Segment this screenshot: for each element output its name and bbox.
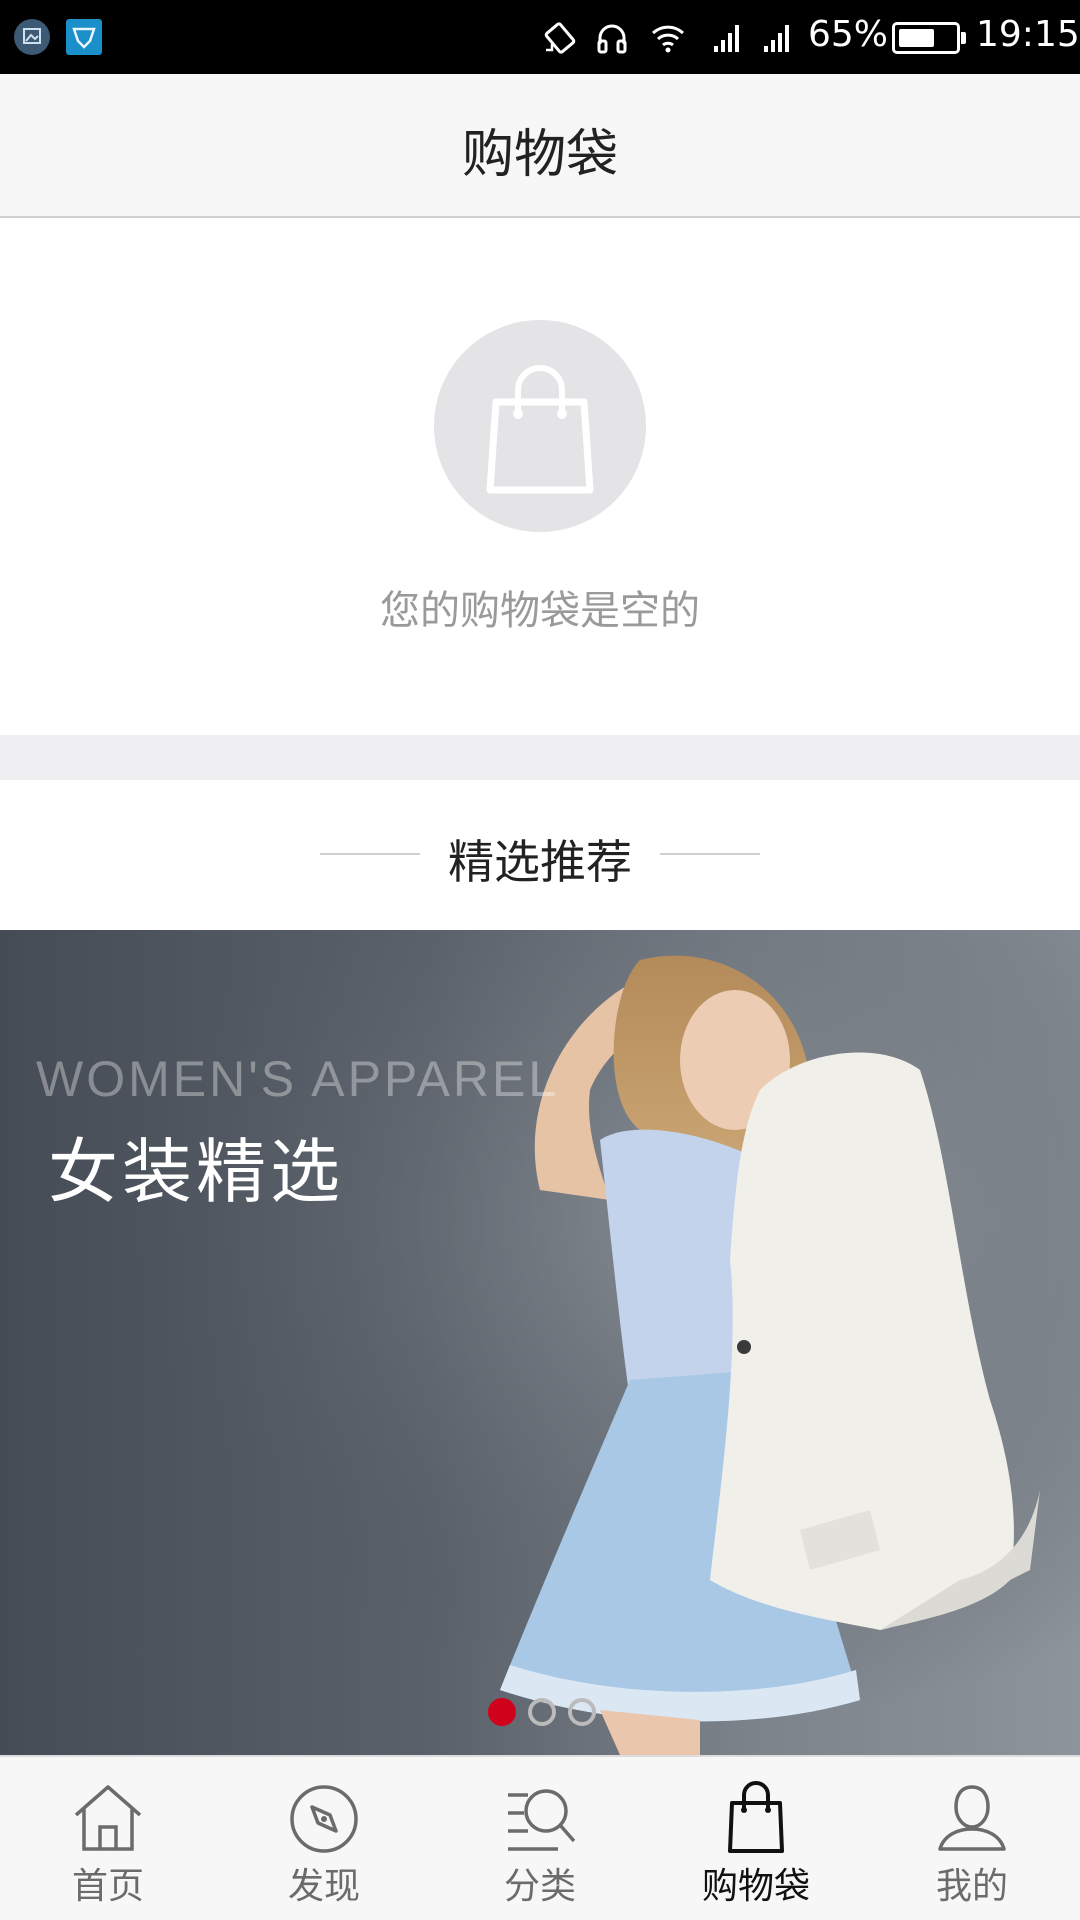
empty-cart-message: 您的购物袋是空的 bbox=[380, 588, 700, 634]
shopping-bag-icon bbox=[728, 1781, 784, 1853]
title-bar: 购物袋 bbox=[0, 74, 1080, 218]
carousel-indicators bbox=[488, 1698, 596, 1726]
nav-label: 首页 bbox=[71, 1866, 144, 1907]
status-bar: 65% 19:15 bbox=[0, 0, 1080, 74]
page-title: 购物袋 bbox=[461, 125, 618, 185]
nav-discover[interactable]: 发现 bbox=[216, 1757, 432, 1920]
gallery-app-icon bbox=[14, 19, 50, 55]
nav-label: 购物袋 bbox=[701, 1866, 810, 1907]
nav-profile[interactable]: 我的 bbox=[864, 1757, 1080, 1920]
bottom-navigation: 首页 发现 分类 购物袋 我的 bbox=[0, 1755, 1080, 1920]
battery-icon bbox=[892, 22, 966, 54]
carousel-dot[interactable] bbox=[488, 1698, 516, 1726]
rotate-icon bbox=[544, 22, 576, 54]
home-icon bbox=[74, 1785, 142, 1851]
nav-shopping-bag[interactable]: 购物袋 bbox=[648, 1757, 864, 1920]
clock: 19:15 bbox=[976, 14, 1080, 55]
shield-app-icon bbox=[66, 19, 102, 55]
compass-icon bbox=[290, 1785, 358, 1853]
nav-label: 分类 bbox=[503, 1866, 576, 1907]
wifi-icon bbox=[651, 25, 685, 53]
heading-line-right bbox=[660, 853, 760, 855]
empty-bag-illustration bbox=[434, 320, 646, 532]
empty-cart-section: 您的购物袋是空的 bbox=[0, 218, 1080, 735]
headset-icon bbox=[597, 24, 627, 54]
recommend-header: 精选推荐 bbox=[0, 780, 1080, 930]
banner-english-title: WOMEN'S APPAREL bbox=[36, 1051, 560, 1107]
carousel-dot[interactable] bbox=[568, 1698, 596, 1726]
promo-banner[interactable]: WOMEN'S APPAREL 女装精选 bbox=[0, 930, 1080, 1755]
section-divider bbox=[0, 735, 1080, 780]
signal-icon bbox=[714, 25, 739, 52]
nav-label: 我的 bbox=[935, 1866, 1008, 1907]
banner-chinese-title: 女装精选 bbox=[48, 1131, 344, 1213]
battery-percentage: 65% bbox=[808, 14, 889, 55]
recommend-heading: 精选推荐 bbox=[448, 835, 632, 889]
nav-category[interactable]: 分类 bbox=[432, 1757, 648, 1920]
category-search-icon bbox=[508, 1789, 576, 1851]
battery-level bbox=[899, 29, 934, 47]
nav-home[interactable]: 首页 bbox=[0, 1757, 216, 1920]
carousel-dot[interactable] bbox=[528, 1698, 556, 1726]
signal-icon bbox=[764, 25, 789, 52]
shopping-bag-icon bbox=[486, 365, 594, 494]
profile-icon bbox=[938, 1785, 1006, 1851]
nav-label: 发现 bbox=[287, 1866, 360, 1907]
